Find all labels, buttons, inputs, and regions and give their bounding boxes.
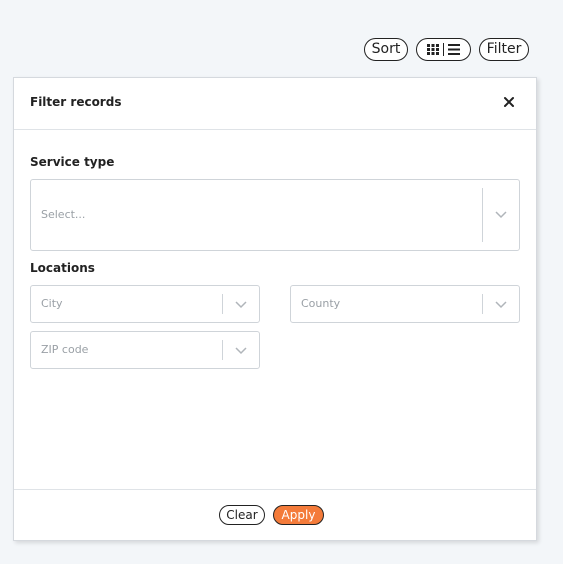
zip-code-placeholder: ZIP code <box>41 343 89 356</box>
county-placeholder: County <box>301 297 341 310</box>
close-icon[interactable] <box>502 95 516 109</box>
select-divider <box>482 188 483 242</box>
toolbar: Sort Filter <box>364 38 529 61</box>
chevron-down-icon[interactable] <box>235 301 247 309</box>
locations-label: Locations <box>30 261 95 275</box>
modal-header: Filter records <box>14 78 536 130</box>
chevron-down-icon[interactable] <box>495 301 507 309</box>
clear-button[interactable]: Clear <box>219 505 265 525</box>
sort-button[interactable]: Sort <box>364 38 408 61</box>
service-type-label: Service type <box>30 155 115 169</box>
city-select[interactable]: City <box>30 285 260 323</box>
list-icon[interactable] <box>448 44 460 55</box>
chevron-down-icon[interactable] <box>495 211 507 219</box>
city-placeholder: City <box>41 297 63 310</box>
service-type-select[interactable]: Select... <box>30 179 520 251</box>
view-toggle[interactable] <box>416 38 471 61</box>
select-divider <box>482 294 483 314</box>
select-divider <box>222 294 223 314</box>
apply-button[interactable]: Apply <box>273 505 324 525</box>
county-select[interactable]: County <box>290 285 520 323</box>
filter-modal: Filter records Service type Select... Lo… <box>13 77 537 541</box>
filter-button[interactable]: Filter <box>479 38 529 61</box>
select-divider <box>222 340 223 360</box>
modal-title: Filter records <box>30 95 122 109</box>
view-toggle-separator <box>443 43 444 56</box>
grid-icon[interactable] <box>427 44 439 55</box>
chevron-down-icon[interactable] <box>235 347 247 355</box>
service-type-placeholder: Select... <box>41 208 86 221</box>
zip-code-select[interactable]: ZIP code <box>30 331 260 369</box>
modal-footer: Clear Apply <box>14 489 536 540</box>
